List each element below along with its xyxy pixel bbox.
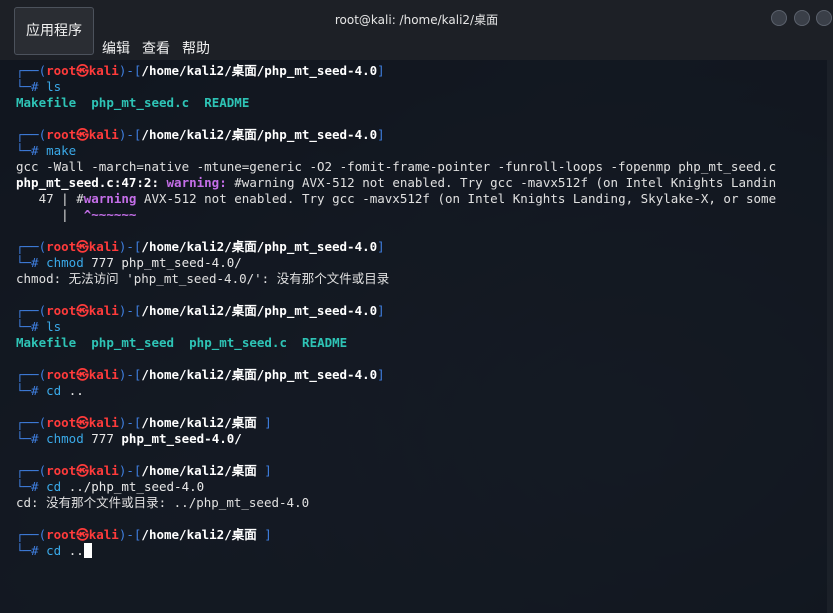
warning-line: php_mt_seed.c:47:2: warning: #warning AV… xyxy=(16,175,777,190)
menu-edit[interactable]: 编辑 xyxy=(96,38,136,58)
command-line: └─# chmod 777 php_mt_seed-4.0/ xyxy=(16,255,242,270)
prompt-line: ┌──(root㉿kali)-[/home/kali2/桌面/php_mt_se… xyxy=(16,63,385,78)
close-icon[interactable] xyxy=(816,10,832,26)
applications-menu-button[interactable]: 应用程序 xyxy=(14,7,94,55)
menubar: 文件 动作 编辑 查看 帮助 xyxy=(0,36,833,60)
caret-line: | ^~~~~~~ xyxy=(16,207,137,222)
menu-view[interactable]: 查看 xyxy=(136,38,176,58)
command-line: └─# cd .. xyxy=(16,383,84,398)
terminal-scrollbar[interactable] xyxy=(827,60,833,613)
source-line: 47 | #warning AVX-512 not enabled. Try g… xyxy=(16,191,777,206)
command-input-line[interactable]: └─# cd .. xyxy=(16,543,92,559)
prompt-line: ┌──(root㉿kali)-[/home/kali2/桌面/php_mt_se… xyxy=(16,367,385,382)
error-output: chmod: 无法访问 'php_mt_seed-4.0/': 没有那个文件或目… xyxy=(16,271,390,286)
prompt-line: ┌──(root㉿kali)-[/home/kali2/桌面 ] xyxy=(16,463,272,478)
prompt-line: ┌──(root㉿kali)-[/home/kali2/桌面/php_mt_se… xyxy=(16,239,385,254)
maximize-icon[interactable] xyxy=(794,10,810,26)
ls-output: Makefile php_mt_seed.c README xyxy=(16,95,250,110)
error-output: cd: 没有那个文件或目录: ../php_mt_seed-4.0 xyxy=(16,495,310,510)
ls-output: Makefile php_mt_seed php_mt_seed.c READM… xyxy=(16,335,348,350)
command-line: └─# make xyxy=(16,143,77,158)
prompt-line: ┌──(root㉿kali)-[/home/kali2/桌面/php_mt_se… xyxy=(16,303,385,318)
terminal-output[interactable]: ┌──(root㉿kali)-[/home/kali2/桌面/php_mt_se… xyxy=(0,60,833,613)
prompt-line: ┌──(root㉿kali)-[/home/kali2/桌面/php_mt_se… xyxy=(16,127,385,142)
prompt-line: ┌──(root㉿kali)-[/home/kali2/桌面 ] xyxy=(16,527,272,542)
command-line: └─# ls xyxy=(16,319,62,334)
window-titlebar[interactable]: root@kali: /home/kali2/桌面 xyxy=(0,0,833,36)
command-line: └─# ls xyxy=(16,79,62,94)
command-line: └─# cd ../php_mt_seed-4.0 xyxy=(16,479,205,494)
make-output: gcc -Wall -march=native -mtune=generic -… xyxy=(16,159,777,174)
menu-help[interactable]: 帮助 xyxy=(176,38,216,58)
prompt-line: ┌──(root㉿kali)-[/home/kali2/桌面 ] xyxy=(16,415,272,430)
command-line: └─# chmod 777 php_mt_seed-4.0/ xyxy=(16,431,242,446)
window-title: root@kali: /home/kali2/桌面 xyxy=(334,13,499,27)
text-cursor xyxy=(83,543,92,558)
minimize-icon[interactable] xyxy=(771,10,787,26)
